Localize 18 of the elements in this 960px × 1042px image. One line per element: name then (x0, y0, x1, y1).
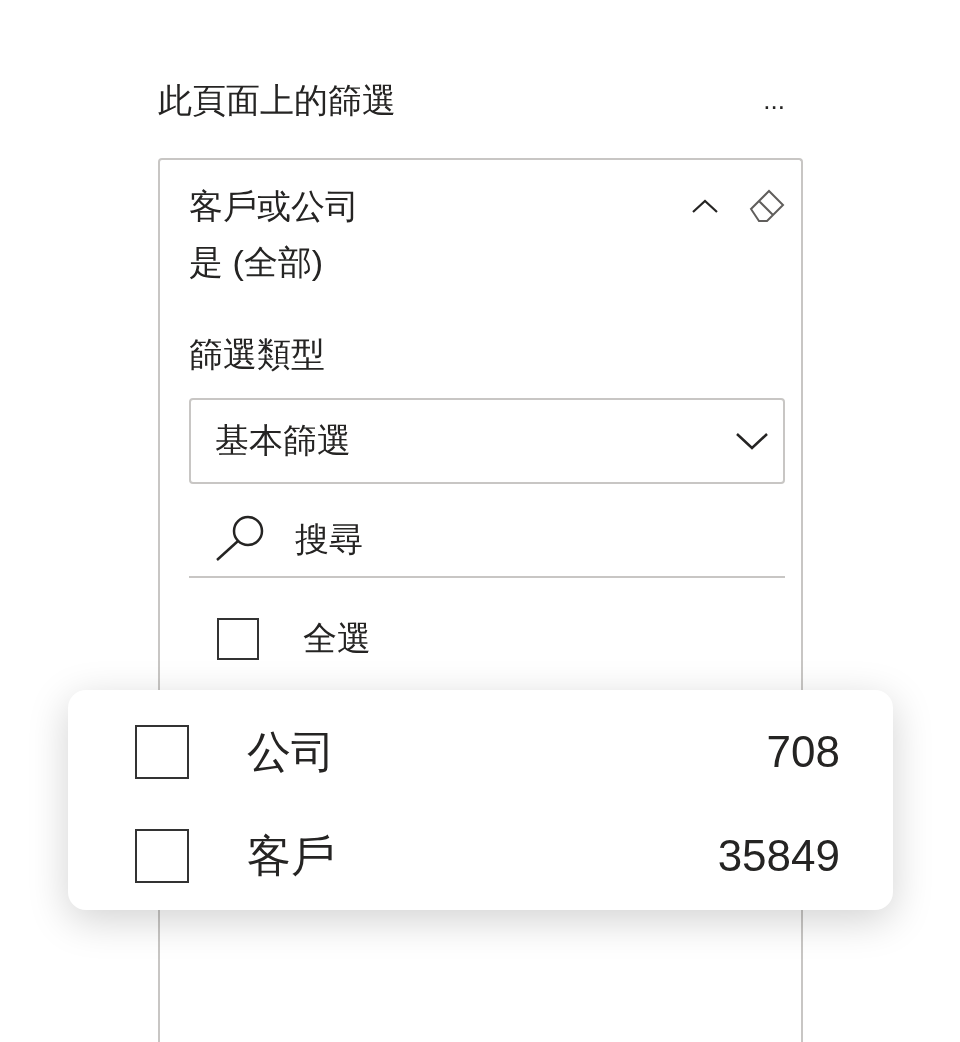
value-count: 708 (766, 727, 840, 777)
filter-field-name: 客戶或公司 (189, 186, 360, 227)
value-label[interactable]: 客戶 (247, 826, 718, 886)
more-options-button[interactable]: ... (763, 78, 785, 122)
chevron-icon[interactable] (691, 198, 719, 214)
filter-summary: 是 (全部) (189, 242, 325, 283)
checkbox[interactable] (135, 725, 189, 779)
value-count: 35849 (717, 831, 840, 881)
filter-type-dropdown[interactable]: 基本篩選 (189, 398, 785, 484)
pane-title: 此頁面上的篩選 (158, 80, 396, 121)
eraser-icon[interactable] (749, 189, 785, 223)
checkbox[interactable] (135, 829, 189, 883)
value-label[interactable]: 公司 (247, 722, 767, 782)
select-all-label[interactable]: 全選 (303, 616, 371, 662)
search-field[interactable]: 搜尋 (295, 516, 715, 562)
chevron-down-icon (735, 431, 769, 451)
filter-type-label: 篩選類型 (189, 334, 326, 375)
checkbox[interactable] (217, 618, 259, 660)
